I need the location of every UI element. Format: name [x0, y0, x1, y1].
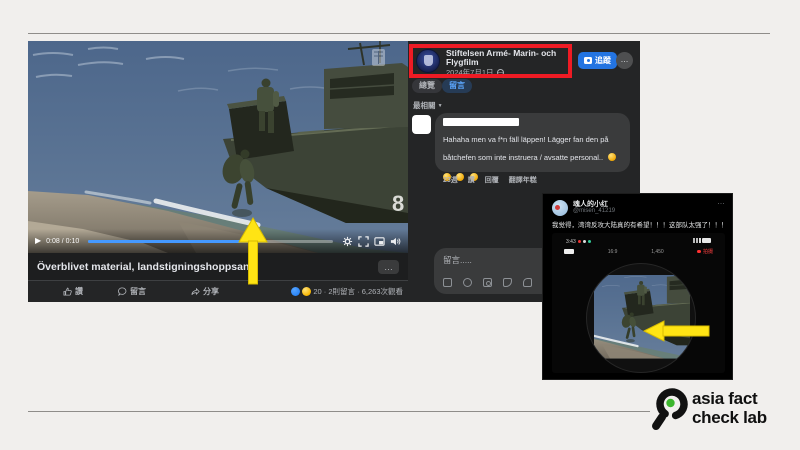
x-post-media[interactable]: 3:43 16:9 1,450 拍摄 — [552, 233, 725, 373]
asia-fact-check-lab-logo: asia fact check lab — [650, 384, 790, 442]
video-frame-landing-scene — [28, 41, 408, 253]
magnifier-icon — [650, 386, 690, 438]
scope-circle-view — [586, 263, 696, 373]
comment-bubble-icon — [118, 287, 127, 296]
top-divider — [28, 33, 770, 34]
chevron-down-icon: ▼ — [438, 103, 443, 109]
counter: 1,450 — [651, 249, 664, 255]
fact-check-composite: ▶ 0:08 / 0:10 — [0, 0, 800, 450]
like-label: 讚 — [75, 286, 83, 297]
commenter-avatar-redacted — [412, 115, 431, 134]
white-dot-icon — [583, 240, 586, 243]
video-more-button[interactable]: … — [378, 260, 399, 274]
battery-icon — [702, 238, 711, 243]
flash-pill-icon — [564, 249, 574, 254]
sort-dropdown[interactable]: 最相關 ▼ — [413, 100, 443, 111]
tab-comments[interactable]: 留言 — [442, 79, 472, 93]
green-dot-icon — [588, 240, 591, 243]
like-button[interactable]: 讚 — [63, 286, 83, 297]
comment-label: 留言 — [130, 286, 146, 297]
share-button[interactable]: 分享 — [191, 286, 219, 297]
video-time: 0:08 / 0:10 — [46, 238, 79, 245]
tag-icon[interactable] — [523, 278, 532, 287]
comment-age[interactable]: 23週 — [443, 175, 458, 185]
video-controls: ▶ 0:08 / 0:10 — [28, 229, 408, 253]
comment-reply-link[interactable]: 回覆 — [485, 175, 499, 185]
share-arrow-icon — [191, 287, 200, 296]
share-label: 分享 — [203, 286, 219, 297]
camera-time: 3:43 — [566, 239, 591, 245]
reaction-counts: 20 · 2則留言 · 6,263次觀看 — [313, 286, 403, 297]
settings-gear-icon[interactable] — [342, 236, 353, 247]
follow-icon — [584, 57, 592, 64]
x-handle[interactable]: @misen_41219 — [573, 208, 615, 214]
post-action-bar: 讚 留言 分享 20 · 2則留言 · 6,263次觀看 — [28, 280, 408, 302]
haha-reaction-icon — [302, 287, 311, 296]
post-more-button[interactable]: … — [616, 52, 633, 69]
x-user-avatar[interactable] — [552, 200, 568, 216]
camera-icon[interactable] — [483, 278, 492, 287]
camera-signal-battery — [693, 238, 711, 245]
logo-line1: asia fact — [692, 389, 767, 408]
logo-text: asia fact check lab — [692, 389, 767, 427]
comment-like-link[interactable]: 讚 — [468, 175, 475, 185]
camera-toolbar-row: 16:9 1,450 拍摄 — [552, 248, 725, 255]
gif-icon[interactable] — [443, 278, 452, 287]
volume-icon[interactable] — [390, 236, 401, 247]
comment-meta-row: 23週 讚 回覆 翻譯年糕 — [443, 175, 537, 185]
record-dot-icon — [697, 250, 701, 254]
red-dot-icon — [578, 240, 581, 243]
logo-line2: check lab — [692, 408, 767, 427]
comment-bubble: Hahaha men va f*n fäll läppen! Lägger fa… — [435, 113, 630, 172]
like-reaction-icon — [291, 287, 300, 296]
follow-button[interactable]: 追蹤 — [578, 52, 617, 69]
commenter-name-redacted — [443, 118, 519, 126]
comment-button[interactable]: 留言 — [118, 286, 146, 297]
x-post-text: 我觉得，湾湾反攻大陆真的有希望！！！这部队太强了！！！ — [552, 219, 728, 229]
camera-status-row: 3:43 — [552, 238, 725, 245]
seek-progress — [88, 240, 240, 243]
follow-label: 追蹤 — [595, 55, 611, 66]
yellow-arrow-up — [236, 216, 270, 286]
comment-translate-link[interactable]: 翻譯年糕 — [509, 175, 537, 185]
yellow-arrow-left — [642, 319, 712, 343]
bottom-divider — [28, 411, 650, 412]
emoji-picker-icon[interactable] — [463, 278, 472, 287]
signal-icon — [693, 238, 701, 243]
video-title: Överblivet material, landstigningshoppsa… — [37, 261, 378, 273]
play-button[interactable]: ▶ — [35, 237, 41, 245]
x-more-button[interactable]: … — [717, 197, 725, 206]
globe-privacy-icon — [497, 69, 504, 76]
video-title-bar: Överblivet material, landstigningshoppsa… — [28, 253, 408, 280]
picture-in-picture-icon[interactable] — [374, 236, 385, 247]
seek-bar[interactable] — [88, 240, 333, 243]
page-avatar[interactable] — [416, 49, 440, 73]
tab-overview[interactable]: 總覽 — [412, 79, 442, 93]
comment-input-icons — [443, 278, 532, 287]
record-indicator: 拍摄 — [697, 248, 713, 255]
aspect-ratio: 16:9 — [608, 249, 618, 255]
page-name[interactable]: Stiftelsen Armé- Marin- och Flygfilm — [446, 49, 566, 68]
reaction-summary[interactable]: 20 · 2則留言 · 6,263次觀看 — [291, 286, 403, 297]
post-date: 2024年7月1日 — [446, 67, 504, 78]
x-post-screenshot: 魂人的小红 @misen_41219 … 我觉得，湾湾反攻大陆真的有希望！！！这… — [542, 193, 733, 380]
fullscreen-icon[interactable] — [358, 236, 369, 247]
sweat-smile-emoji — [608, 153, 616, 161]
comment-text: Hahaha men va f*n fäll läppen! Lägger fa… — [443, 135, 609, 162]
sticker-icon[interactable] — [503, 278, 512, 287]
thumbs-up-icon — [63, 287, 72, 296]
video-player[interactable]: ▶ 0:08 / 0:10 — [28, 41, 408, 253]
